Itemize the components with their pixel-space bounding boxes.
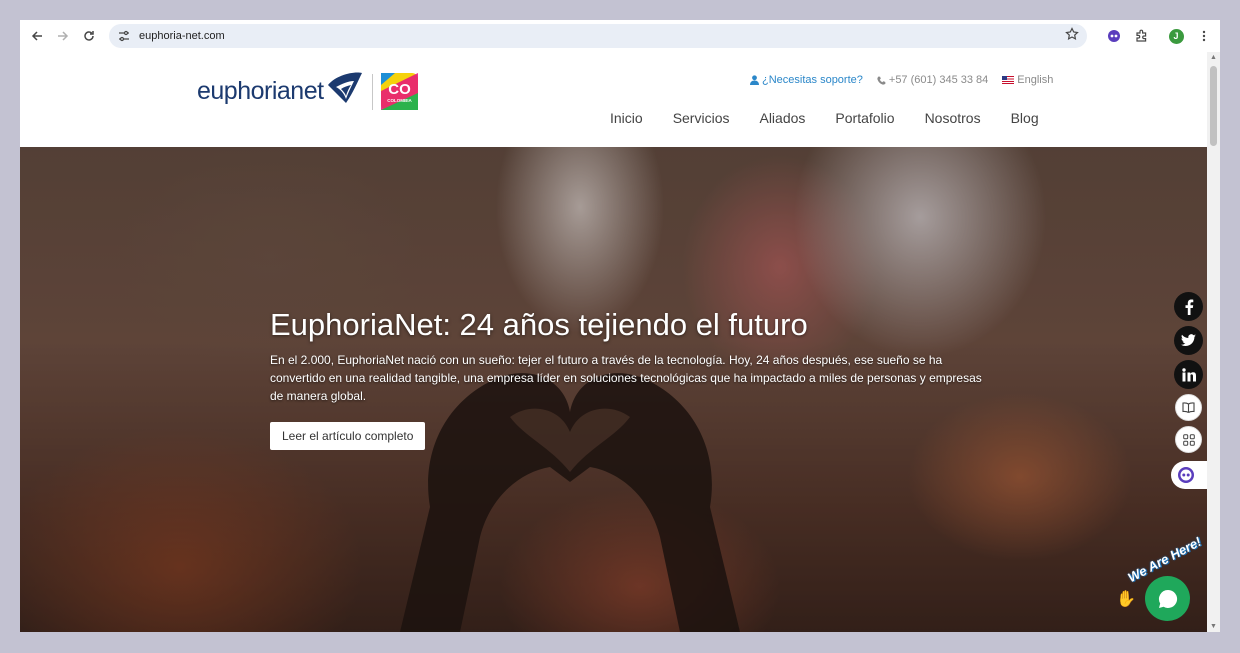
nav-servicios[interactable]: Servicios — [673, 110, 730, 126]
facebook-icon[interactable] — [1174, 292, 1203, 321]
menu-kebab-icon[interactable] — [1191, 23, 1217, 49]
hero-description: En el 2.000, EuphoriaNet nació con un su… — [270, 353, 982, 403]
phone-link[interactable]: +57 (601) 345 33 84 — [877, 74, 988, 86]
nav-blog[interactable]: Blog — [1011, 110, 1039, 126]
back-icon[interactable] — [24, 23, 50, 49]
support-link[interactable]: ¿Necesitas soporte? — [750, 74, 863, 86]
logo-text: euphorianet — [197, 77, 324, 105]
browser-toolbar: euphoria-net.com J — [20, 20, 1220, 52]
avatar: J — [1168, 28, 1184, 44]
hero-banner: EuphoriaNet: 24 años tejiendo el futuro … — [20, 147, 1207, 632]
logo-mark-icon — [326, 71, 364, 112]
url-text: euphoria-net.com — [139, 30, 225, 42]
chat-button[interactable] — [1145, 576, 1190, 621]
site-header: euphorianet CO COLOMBIA ¿Necesitas sopor… — [20, 52, 1207, 147]
scroll-down-arrow-icon[interactable]: ▼ — [1210, 623, 1217, 630]
browser-window: euphoria-net.com J euphorianet CO COLOMB… — [20, 20, 1220, 632]
nav-aliados[interactable]: Aliados — [759, 110, 805, 126]
scroll-thumb[interactable] — [1210, 66, 1217, 146]
scroll-up-arrow-icon[interactable]: ▲ — [1210, 54, 1217, 61]
header-topbar: ¿Necesitas soporte? +57 (601) 345 33 84 … — [750, 74, 1053, 86]
reload-icon[interactable] — [76, 23, 102, 49]
chat-bubble-icon — [1158, 589, 1177, 608]
badge-co-text: CO — [388, 81, 411, 98]
main-nav: Inicio Servicios Aliados Portafolio Noso… — [610, 110, 1069, 126]
forward-icon[interactable] — [50, 23, 76, 49]
site-logo[interactable]: euphorianet CO COLOMBIA — [197, 71, 418, 112]
apps-grid-icon[interactable] — [1175, 426, 1202, 453]
site-info-icon[interactable] — [115, 27, 133, 45]
nav-inicio[interactable]: Inicio — [610, 110, 643, 126]
toolbar-actions: J — [1101, 23, 1220, 49]
twitter-icon[interactable] — [1174, 326, 1203, 355]
language-label: English — [1017, 74, 1054, 86]
page-viewport: euphorianet CO COLOMBIA ¿Necesitas sopor… — [20, 52, 1207, 632]
hero-title: EuphoriaNet: 24 años tejiendo el futuro — [270, 307, 808, 342]
social-floating-bar — [1174, 292, 1203, 453]
phone-number: +57 (601) 345 33 84 — [888, 74, 989, 86]
read-article-button[interactable]: Leer el artículo completo — [270, 422, 426, 450]
badge-country-text: COLOMBIA — [387, 98, 412, 103]
nav-portafolio[interactable]: Portafolio — [835, 110, 894, 126]
bookmark-star-icon[interactable] — [1065, 27, 1079, 46]
chat-widget: We Are Here! ✋ — [1110, 534, 1207, 624]
assistant-icon — [1178, 467, 1194, 483]
waving-hand-icon: ✋ — [1116, 591, 1136, 608]
extension-icon[interactable] — [1101, 23, 1127, 49]
assistant-extension-tab[interactable] — [1171, 461, 1207, 489]
profile-button[interactable]: J — [1163, 23, 1189, 49]
nav-nosotros[interactable]: Nosotros — [925, 110, 981, 126]
extensions-puzzle-icon[interactable] — [1129, 23, 1155, 49]
book-reader-icon[interactable] — [1175, 394, 1202, 421]
logo-divider — [371, 73, 373, 110]
hero-content: EuphoriaNet: 24 años tejiendo el futuro … — [270, 307, 990, 450]
us-flag-icon — [1002, 76, 1015, 84]
address-bar[interactable]: euphoria-net.com — [109, 24, 1087, 48]
phone-icon — [877, 76, 886, 85]
nav-buttons — [24, 23, 102, 49]
language-switcher[interactable]: English — [1002, 74, 1053, 86]
linkedin-icon[interactable] — [1174, 360, 1203, 389]
colombia-badge: CO COLOMBIA — [380, 73, 418, 110]
user-icon — [750, 75, 759, 85]
page-scrollbar[interactable]: ▲ ▼ — [1207, 52, 1220, 632]
support-label: ¿Necesitas soporte? — [762, 74, 863, 86]
